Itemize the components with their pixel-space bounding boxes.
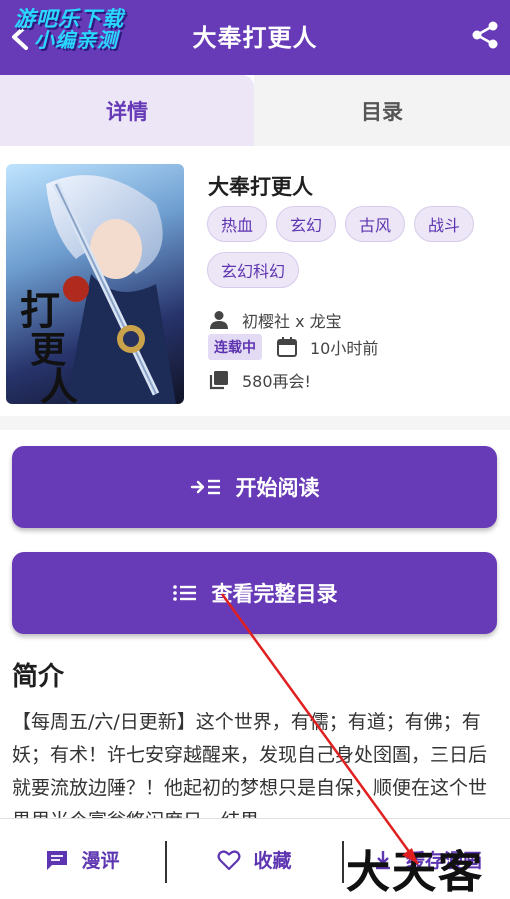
status-row: 连载中 10小时前 bbox=[208, 334, 378, 360]
start-reading-label: 开始阅读 bbox=[235, 476, 320, 500]
review-button[interactable]: 漫评 bbox=[0, 819, 165, 899]
person-icon bbox=[210, 311, 228, 329]
author-text: 初樱社 x 龙宝 bbox=[242, 312, 342, 331]
tag-chip[interactable]: 玄幻科幻 bbox=[207, 252, 300, 288]
book-cover-image[interactable]: 打 更 人 bbox=[6, 164, 184, 404]
tag-chip[interactable]: 战斗 bbox=[414, 206, 475, 242]
svg-text:人: 人 bbox=[40, 364, 78, 404]
calendar-icon bbox=[277, 337, 297, 357]
start-reading-icon bbox=[190, 479, 220, 495]
section-divider bbox=[0, 416, 510, 430]
intro-heading: 简介 bbox=[12, 662, 65, 692]
tag-chip[interactable]: 热血 bbox=[207, 206, 268, 242]
tag-chip[interactable]: 古风 bbox=[345, 206, 406, 242]
tag-chip[interactable]: 玄幻 bbox=[276, 206, 337, 242]
list-icon bbox=[172, 585, 196, 601]
svg-text:打: 打 bbox=[20, 287, 60, 334]
tab-details[interactable]: 详情 bbox=[0, 75, 254, 146]
app-bar: 游吧乐下载 小编亲测 大奉打更人 bbox=[0, 0, 510, 75]
page-title: 大奉打更人 bbox=[192, 24, 318, 52]
status-badge: 连载中 bbox=[208, 334, 262, 360]
intro-text: 【每周五/六/日更新】这个世界，有儒；有道；有佛；有妖；有术！许七安穿越醒来，发… bbox=[12, 711, 488, 818]
author-row: 初樱社 x 龙宝 bbox=[208, 308, 342, 332]
favorite-button[interactable]: 收藏 bbox=[167, 819, 342, 899]
view-full-catalog-button[interactable]: 查看完整目录 bbox=[12, 552, 497, 634]
update-time: 10小时前 bbox=[310, 339, 379, 358]
stamp-overlay-text: 大天客 bbox=[346, 847, 484, 898]
comment-icon bbox=[47, 850, 68, 870]
library-icon bbox=[209, 371, 228, 390]
heart-icon bbox=[218, 849, 241, 870]
view-full-catalog-label: 查看完整目录 bbox=[211, 582, 338, 606]
cover-art: 打 更 人 bbox=[20, 175, 176, 404]
share-icon[interactable] bbox=[470, 20, 500, 50]
review-label: 漫评 bbox=[81, 850, 120, 872]
start-reading-button[interactable]: 开始阅读 bbox=[12, 446, 497, 528]
favorite-label: 收藏 bbox=[253, 850, 292, 872]
tag-list: 热血 玄幻 古风 战斗 玄幻科幻 bbox=[207, 206, 502, 288]
tab-catalog[interactable]: 目录 bbox=[254, 75, 510, 146]
book-title: 大奉打更人 bbox=[208, 175, 313, 199]
book-info-section: 打 更 人 大奉打更人 热血 玄幻 古风 战斗 玄幻科幻 初樱社 x 龙宝 连载… bbox=[0, 146, 510, 416]
latest-chapter-row: 580再会! bbox=[208, 368, 311, 392]
tab-bar: 详情 目录 bbox=[0, 75, 510, 221]
latest-chapter-text: 580再会! bbox=[242, 372, 311, 391]
